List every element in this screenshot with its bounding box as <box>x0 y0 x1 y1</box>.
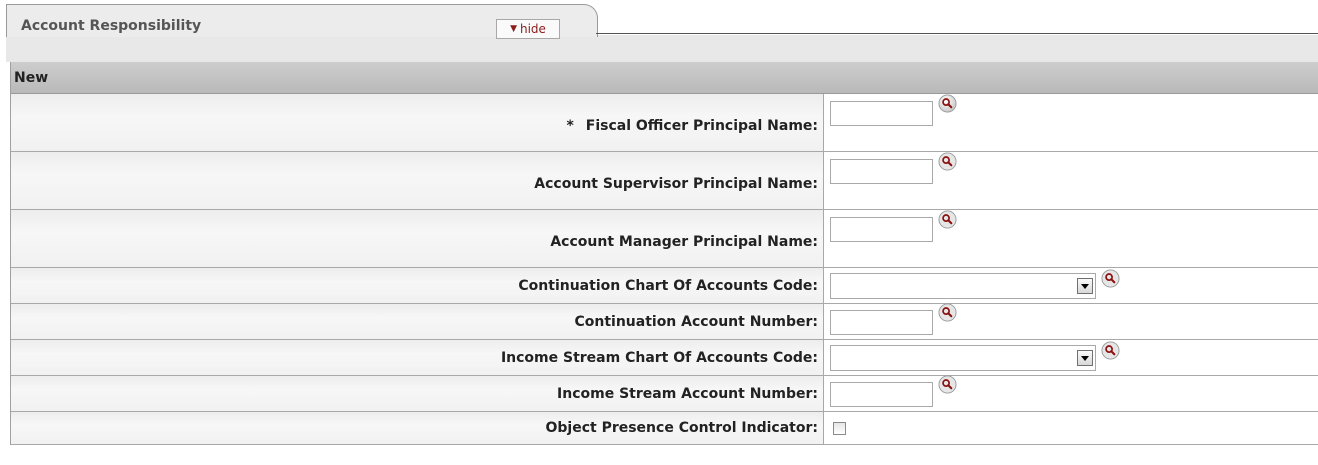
lookup-magnifier-icon[interactable] <box>938 94 957 113</box>
income-stream-account-number-input[interactable] <box>830 382 933 407</box>
fiscal-officer-principal-name-input[interactable] <box>830 101 933 126</box>
income-stream-chart-label: Income Stream Chart Of Accounts Code: <box>500 349 818 366</box>
field-label: Account Manager Principal Name: <box>11 210 824 267</box>
lookup-magnifier-icon[interactable] <box>1101 341 1120 360</box>
chevron-down-icon[interactable] <box>1077 350 1093 366</box>
form-row-continuation-account: Continuation Account Number: <box>11 303 1318 340</box>
chevron-down-icon[interactable] <box>1077 278 1093 294</box>
continuation-account-number-input[interactable] <box>830 310 933 335</box>
field-label: Continuation Chart Of Accounts Code: <box>11 268 824 303</box>
field-value-cell <box>824 152 1318 209</box>
field-label: Income Stream Account Number: <box>11 376 824 411</box>
field-value-cell <box>824 268 1318 303</box>
section-header: New <box>11 62 1318 94</box>
tab-account-responsibility: Account Responsibility ▼ hide <box>6 4 598 39</box>
continuation-chart-label: Continuation Chart Of Accounts Code: <box>518 277 818 294</box>
tab-divider <box>596 33 1318 34</box>
triangle-down-icon: ▼ <box>510 24 517 34</box>
field-value-cell <box>824 340 1318 375</box>
fiscal-officer-label: Fiscal Officer Principal Name: <box>585 117 818 134</box>
lookup-magnifier-icon[interactable] <box>938 152 957 171</box>
field-value-cell <box>824 210 1318 267</box>
account-responsibility-form: New * Fiscal Officer Principal Name: Acc… <box>10 62 1318 445</box>
tab-title: Account Responsibility <box>21 18 202 34</box>
field-value-cell <box>824 412 1318 444</box>
form-row-account-supervisor: Account Supervisor Principal Name: <box>11 152 1318 210</box>
form-row-continuation-chart: Continuation Chart Of Accounts Code: <box>11 268 1318 304</box>
object-presence-control-indicator-checkbox[interactable] <box>833 422 846 435</box>
lookup-magnifier-icon[interactable] <box>938 210 957 229</box>
income-stream-chart-of-accounts-select[interactable] <box>830 345 1096 371</box>
object-presence-label: Object Presence Control Indicator: <box>545 420 818 436</box>
account-supervisor-principal-name-input[interactable] <box>830 159 933 184</box>
continuation-account-label: Continuation Account Number: <box>574 313 818 330</box>
field-value-cell <box>824 94 1318 151</box>
required-marker: * <box>566 117 574 134</box>
account-manager-label: Account Manager Principal Name: <box>550 233 818 250</box>
hide-button[interactable]: ▼ hide <box>496 19 560 39</box>
form-row-account-manager: Account Manager Principal Name: <box>11 210 1318 268</box>
field-label: Continuation Account Number: <box>11 304 824 339</box>
field-label: * Fiscal Officer Principal Name: <box>11 94 824 151</box>
account-manager-principal-name-input[interactable] <box>830 217 933 242</box>
hide-label: hide <box>519 22 546 36</box>
tab-panel-band <box>6 35 1318 62</box>
income-stream-account-label: Income Stream Account Number: <box>557 385 818 402</box>
form-row-object-presence: Object Presence Control Indicator: <box>11 412 1318 445</box>
field-value-cell <box>824 375 1318 411</box>
field-value-cell <box>824 303 1318 339</box>
tab-bar: Account Responsibility ▼ hide <box>0 0 1318 62</box>
form-row-income-stream-account: Income Stream Account Number: <box>11 375 1318 412</box>
lookup-magnifier-icon[interactable] <box>1101 269 1120 288</box>
field-label: Account Supervisor Principal Name: <box>11 152 824 209</box>
continuation-chart-of-accounts-select[interactable] <box>830 273 1096 299</box>
form-row-fiscal-officer: * Fiscal Officer Principal Name: <box>11 94 1318 152</box>
lookup-magnifier-icon[interactable] <box>938 375 957 394</box>
account-supervisor-label: Account Supervisor Principal Name: <box>534 175 818 192</box>
field-label: Object Presence Control Indicator: <box>11 412 824 444</box>
form-row-income-stream-chart: Income Stream Chart Of Accounts Code: <box>11 340 1318 376</box>
lookup-magnifier-icon[interactable] <box>938 303 957 322</box>
field-label: Income Stream Chart Of Accounts Code: <box>11 340 824 375</box>
